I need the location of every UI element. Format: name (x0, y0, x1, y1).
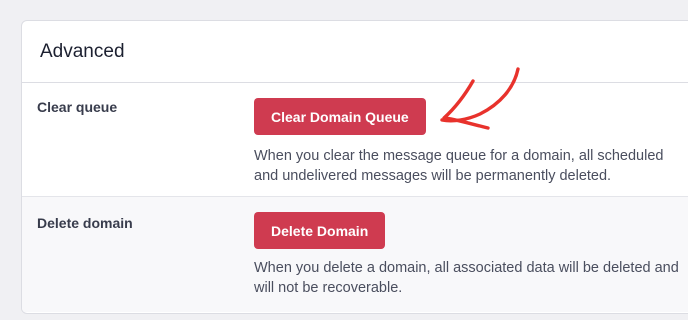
delete-domain-button[interactable]: Delete Domain (254, 212, 386, 249)
card-header: Advanced (22, 21, 688, 83)
clear-domain-queue-button[interactable]: Clear Domain Queue (254, 98, 426, 135)
advanced-settings-card: Advanced Clear queue Clear Domain Queue … (21, 20, 688, 314)
delete-domain-label: Delete domain (37, 215, 133, 231)
clear-queue-label: Clear queue (37, 99, 118, 115)
delete-domain-row: Delete domain Delete Domain When you del… (22, 197, 688, 312)
delete-domain-description: When you delete a domain, all associated… (254, 260, 679, 296)
clear-queue-row: Clear queue Clear Domain Queue When you … (22, 83, 688, 197)
clear-queue-description: When you clear the message queue for a d… (254, 148, 664, 184)
card-title: Advanced (40, 40, 125, 62)
